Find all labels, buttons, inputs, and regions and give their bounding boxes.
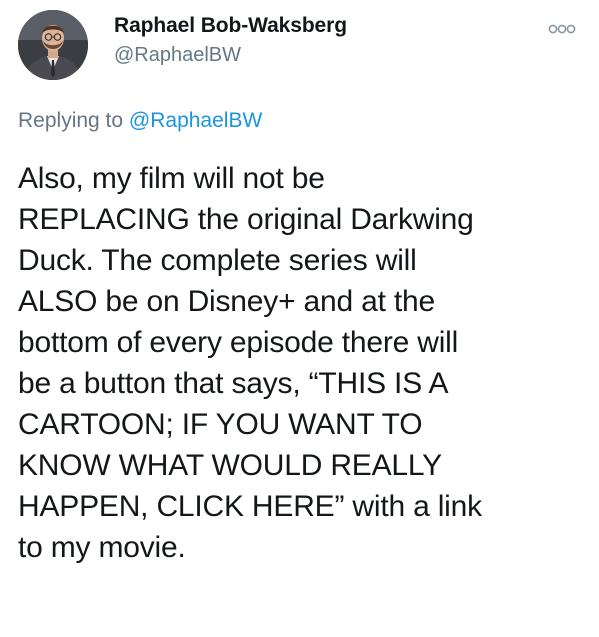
author-display-name[interactable]: Raphael Bob-Waksberg: [114, 14, 347, 38]
tweet-line: KNOW WHAT WOULD REALLY: [18, 449, 442, 482]
tweet-text: Also, my film will not be REPLACING the …: [18, 158, 583, 568]
tweet-line: HAPPEN, CLICK HERE” with a link: [18, 490, 482, 523]
tweet-line: Also, my film will not be: [18, 162, 325, 195]
tweet-line: be a button that says, “THIS IS A: [18, 367, 449, 400]
tweet-line: Duck. The complete series will: [18, 244, 417, 277]
avatar[interactable]: [18, 10, 88, 80]
reply-context: Replying to @RaphaelBW: [18, 109, 262, 133]
tweet-line: CARTOON; IF YOU WANT TO: [18, 408, 423, 441]
tweet-line: bottom of every episode there will: [18, 326, 459, 359]
tweet-card: Raphael Bob-Waksberg @RaphaelBW Replying…: [0, 0, 599, 637]
tweet-line: REPLACING the original Darkwing: [18, 203, 474, 236]
profile-photo-icon: [18, 10, 88, 80]
reply-prefix: Replying to: [18, 109, 124, 132]
more-options-icon[interactable]: [547, 22, 577, 36]
tweet-line: to my movie.: [18, 531, 186, 564]
tweet-line: ALSO be on Disney+ and at the: [18, 285, 435, 318]
author-handle[interactable]: @RaphaelBW: [114, 44, 241, 67]
reply-mention-link[interactable]: @RaphaelBW: [129, 109, 262, 132]
